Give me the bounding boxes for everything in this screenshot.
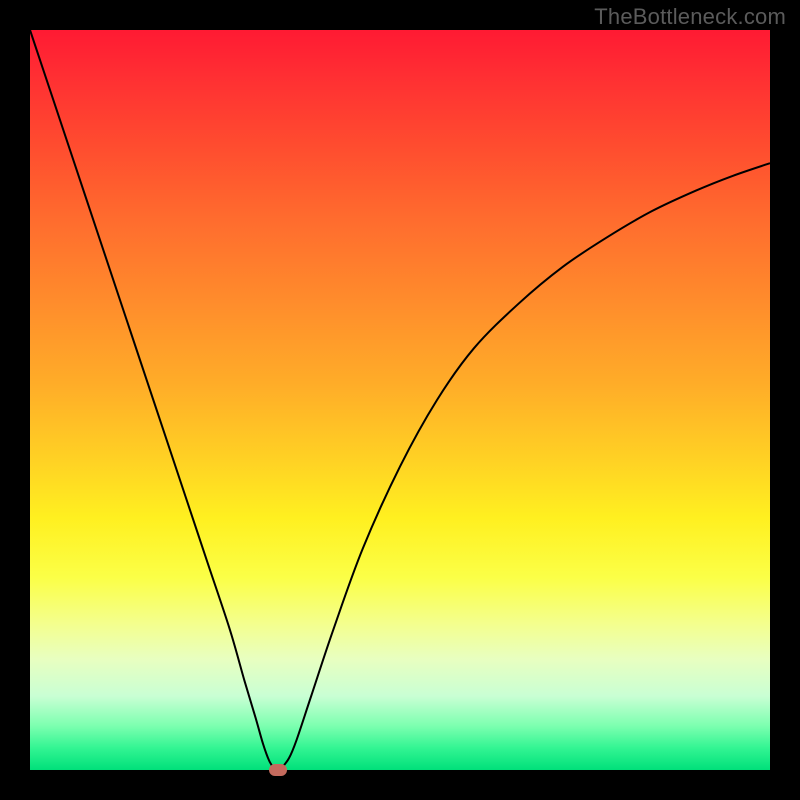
bottleneck-curve: [30, 30, 770, 770]
watermark-text: TheBottleneck.com: [594, 4, 786, 30]
plot-area: [30, 30, 770, 770]
chart-container: TheBottleneck.com: [0, 0, 800, 800]
optimal-point-marker: [269, 764, 287, 776]
